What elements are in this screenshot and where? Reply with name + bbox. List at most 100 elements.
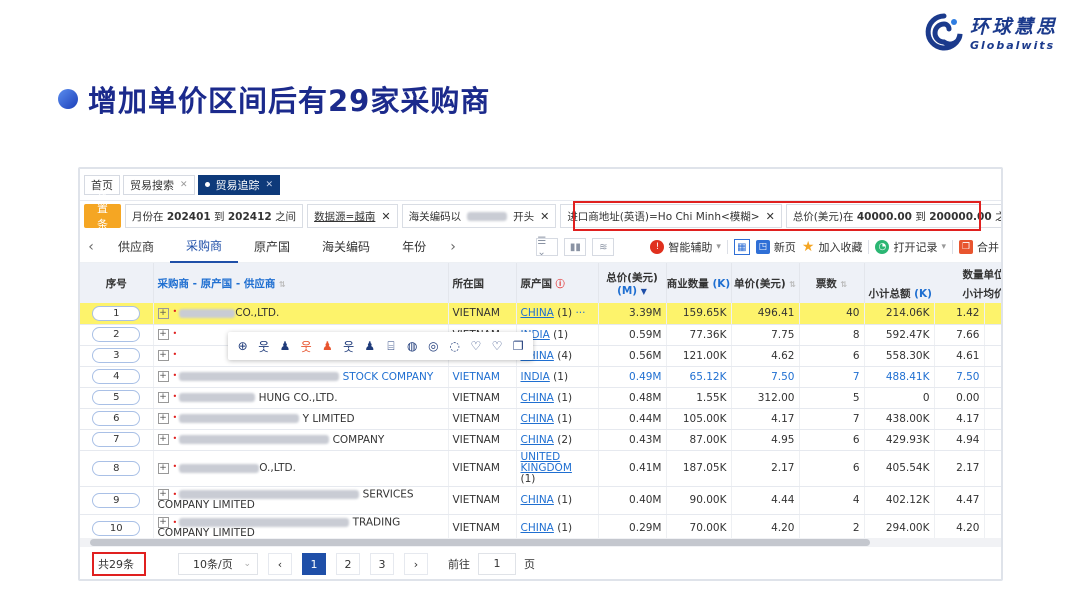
row-seq: 6 xyxy=(92,411,141,426)
smart-assist-button[interactable]: ! 智能辅助 ▾ xyxy=(650,239,721,255)
chevron-right-icon[interactable]: › xyxy=(442,239,464,255)
expand-icon[interactable]: + xyxy=(157,413,169,424)
prev-page-button[interactable]: ‹ xyxy=(268,553,292,575)
slide-title: 增加单价区间后有29家采购商 xyxy=(58,78,490,120)
new-page-button[interactable]: ◳ 新页 xyxy=(755,239,796,255)
row-seq: 1 xyxy=(92,305,141,321)
filter-chip-month[interactable]: 月份在 202401 到 202412 之间 xyxy=(125,204,304,228)
grid-icon[interactable]: ▦ xyxy=(733,239,750,255)
next-page-button[interactable]: › xyxy=(404,553,428,575)
column-settings-icon[interactable]: ☰ ⌄ xyxy=(536,236,559,258)
sort-icon[interactable]: ⇅ xyxy=(840,280,847,289)
page-button-2[interactable]: 2 xyxy=(336,553,360,575)
table-row[interactable]: 4 + • STOCK COMPANY VIETNAM INDIA (1) 0.4… xyxy=(80,366,1001,388)
person-filled-icon[interactable]: ♟ xyxy=(276,339,294,353)
chevron-left-icon[interactable]: ‹ xyxy=(80,239,102,255)
copy-icon[interactable]: ❐ xyxy=(509,339,527,353)
expand-icon[interactable]: + xyxy=(157,329,169,340)
info-icon[interactable]: ⓘ xyxy=(556,280,565,290)
col-total[interactable]: 总价(美元) (M) ▼ xyxy=(598,263,667,303)
more-icon[interactable]: ··· xyxy=(575,307,585,319)
origin-link[interactable]: UNITED KINGDOM xyxy=(521,451,572,474)
chevron-down-icon: ⌄ xyxy=(243,559,251,569)
heart-icon[interactable]: ♡ xyxy=(467,339,485,353)
nav-supplier[interactable]: 供应商 xyxy=(102,231,170,263)
filter-chip-hscode[interactable]: 海关编码以 开头 ✕ xyxy=(401,204,557,228)
add-circle-icon[interactable]: ⊕ xyxy=(234,339,252,353)
person-orange-icon[interactable]: 웃 xyxy=(297,338,315,355)
expand-icon[interactable]: + xyxy=(157,516,169,528)
table-row[interactable]: 3 +• VIETNAM CHINA (4) 0.56M 121.00K 4.6… xyxy=(80,345,1001,367)
table-row[interactable]: 7 + • COMPANY VIETNAM CHINA (2) 0.43M 87.… xyxy=(80,429,1001,451)
scroll-thumb[interactable] xyxy=(90,539,870,546)
origin-link[interactable]: INDIA xyxy=(521,371,550,383)
chart-icon[interactable]: ⌸ xyxy=(382,339,400,354)
globe-icon[interactable]: ◍ xyxy=(403,339,421,353)
expand-icon[interactable]: + xyxy=(157,371,169,382)
merge-button[interactable]: ❐ 合并 xyxy=(959,239,999,255)
table-row[interactable]: 1 + • CO.,LTD. VIETNAM CHINA (1) ··· 3.39M… xyxy=(80,303,1001,325)
table-row[interactable]: 5 + • HUNG CO.,LTD. VIETNAM CHINA (1) 0.4… xyxy=(80,387,1001,409)
origin-link[interactable]: CHINA xyxy=(521,392,554,404)
expand-icon[interactable]: + xyxy=(157,392,169,403)
close-icon[interactable]: ✕ xyxy=(180,180,188,190)
expand-icon[interactable]: + xyxy=(157,462,169,474)
add-favorite-button[interactable]: ★ 加入收藏 xyxy=(802,239,863,255)
tab-trade-tracking[interactable]: 贸易追踪 ✕ xyxy=(197,174,281,195)
bulb-icon[interactable]: ◌ xyxy=(446,339,464,353)
sort-icon[interactable]: ⇅ xyxy=(789,280,796,289)
subtotal-cell: 592.47K xyxy=(864,324,935,346)
filter-chip-total-price[interactable]: 总价(美元)在 40000.00 到 200000.00 之间 ✕ xyxy=(785,204,1001,228)
redacted-block xyxy=(179,308,236,318)
table-row[interactable]: 6 + • Y LIMITED VIETNAM CHINA (1) 0.44M 1… xyxy=(80,408,1001,430)
page-button-1[interactable]: 1 xyxy=(302,553,326,575)
tab-trade-search[interactable]: 贸易搜索 ✕ xyxy=(123,174,195,195)
page-button-3[interactable]: 3 xyxy=(370,553,394,575)
col-qty[interactable]: 商业数量 (K) xyxy=(666,263,732,303)
globe-alt-icon[interactable]: ◎ xyxy=(424,339,442,353)
header-unit: (K) xyxy=(712,277,731,290)
close-icon[interactable]: ✕ xyxy=(540,210,549,223)
horizontal-scrollbar[interactable] xyxy=(80,538,1001,547)
person-search-icon[interactable]: 웃 xyxy=(340,338,358,355)
col-unit-price[interactable]: 单价(美元) ⇅ xyxy=(731,263,800,303)
nav-year[interactable]: 年份 xyxy=(386,231,442,263)
table-row[interactable]: 2 +• VIETNAM INDIA (1) 0.59M 77.36K 7.75… xyxy=(80,324,1001,346)
open-record-button[interactable]: ◔ 打开记录 ▾ xyxy=(875,239,946,255)
bar-chart-icon[interactable]: ▮▮ xyxy=(564,238,587,256)
expand-icon[interactable]: + xyxy=(157,488,169,500)
person-orange-filled-icon[interactable]: ♟ xyxy=(318,339,336,353)
heart-alt-icon[interactable]: ♡ xyxy=(488,339,506,353)
person-dark-icon[interactable]: ♟ xyxy=(361,339,379,353)
origin-link[interactable]: CHINA xyxy=(521,494,554,506)
sort-desc-icon[interactable]: ▼ xyxy=(641,287,647,296)
origin-link[interactable]: CHINA xyxy=(521,522,554,534)
origin-link[interactable]: CHINA xyxy=(521,434,554,446)
table-row[interactable]: 8 + • O.,LTD. VIETNAM UNITED KINGDOM (1) 0.… xyxy=(80,450,1001,487)
goto-input[interactable]: 1 xyxy=(478,553,516,575)
table-row[interactable]: 9 + • SERVICES COMPANY LIMITED VIETNAM CHI… xyxy=(80,486,1001,515)
col-country: 所在国 xyxy=(448,263,517,303)
buyer-table: 序号 采购商 - 原产国 - 供应商 ⇅ 所在国 原产国 ⓘ 总价(美元) (M)… xyxy=(80,263,1001,543)
nav-buyer[interactable]: 采购商 xyxy=(170,231,239,263)
close-icon[interactable]: ✕ xyxy=(766,210,775,223)
nav-hscode[interactable]: 海关编码 xyxy=(306,231,386,263)
layers-icon[interactable]: ≋ xyxy=(592,238,615,256)
expand-icon[interactable]: + xyxy=(157,307,169,319)
origin-link[interactable]: CHINA xyxy=(521,307,554,319)
expand-icon[interactable]: + xyxy=(157,434,169,445)
person-icon[interactable]: 웃 xyxy=(255,338,273,355)
page-size-select[interactable]: 10条/页 ⌄ xyxy=(178,553,258,575)
set-conditions-button[interactable]: 设置条件 xyxy=(84,186,121,247)
origin-count: (1) xyxy=(553,370,569,383)
close-icon[interactable]: ✕ xyxy=(381,210,390,223)
close-icon[interactable]: ✕ xyxy=(266,180,274,190)
sort-icon[interactable]: ⇅ xyxy=(279,280,286,289)
filter-chip-address[interactable]: 进口商地址(英语)=Ho Chi Minh<模糊> ✕ xyxy=(560,204,782,228)
col-count[interactable]: 票数 ⇅ xyxy=(799,263,865,303)
expand-icon[interactable]: + xyxy=(157,350,169,361)
filter-chip-source[interactable]: 数据源=越南 ✕ xyxy=(307,204,398,228)
col-buyer[interactable]: 采购商 - 原产国 - 供应商 ⇅ xyxy=(153,263,449,303)
nav-origin[interactable]: 原产国 xyxy=(238,231,306,263)
origin-link[interactable]: CHINA xyxy=(521,413,554,425)
